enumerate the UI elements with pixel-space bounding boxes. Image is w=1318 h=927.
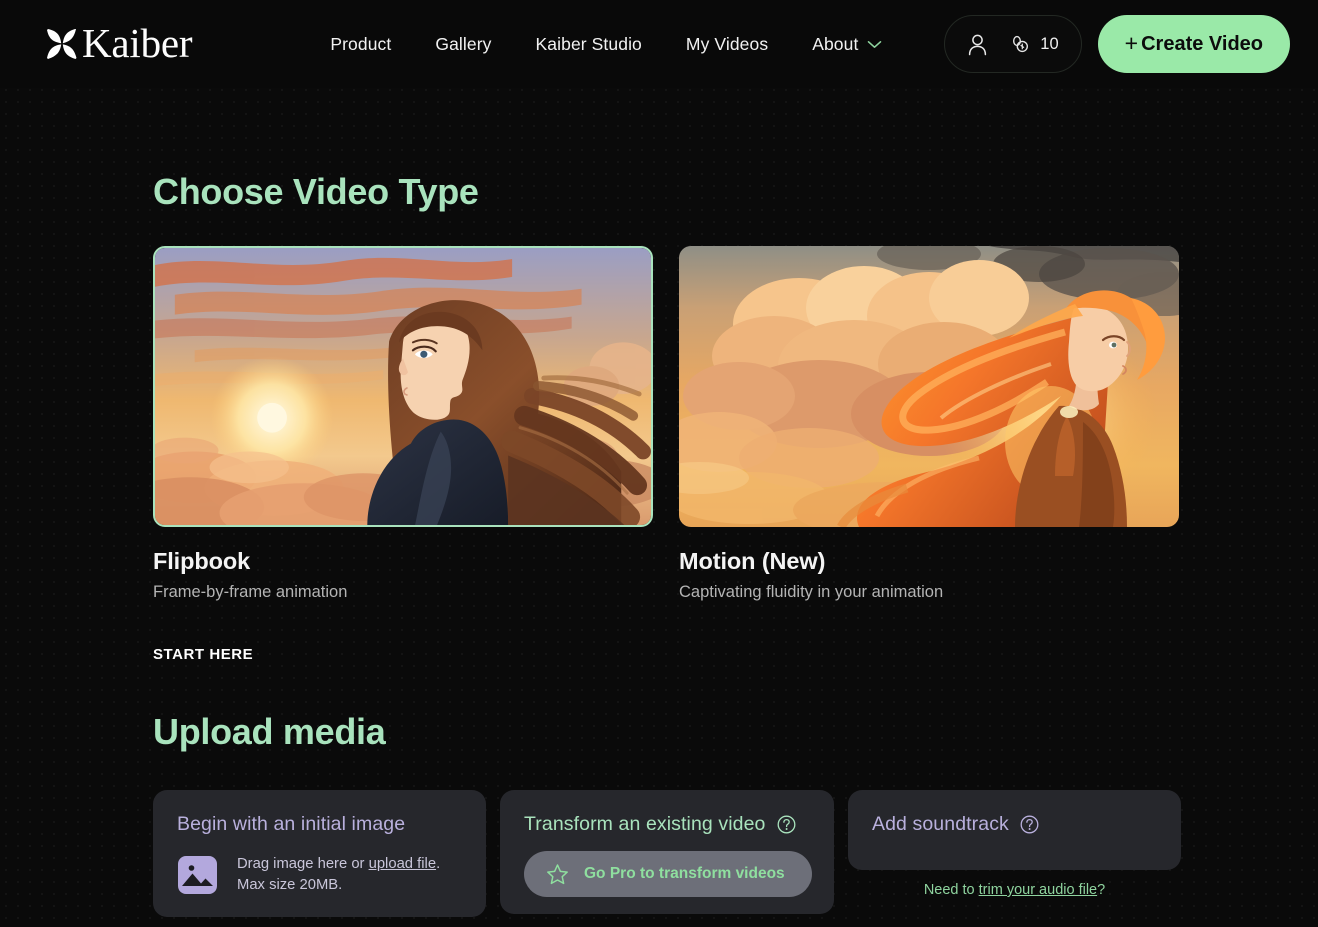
motion-thumbnail-art bbox=[679, 246, 1179, 527]
create-video-button[interactable]: + Create Video bbox=[1097, 15, 1290, 73]
max-size-text: Max size 20MB. bbox=[237, 877, 343, 893]
video-type-cards: Flipbook Frame-by-frame animation Motion… bbox=[153, 246, 1318, 602]
video-type-card-motion[interactable]: Motion (New) Captivating fluidity in you… bbox=[679, 246, 1179, 602]
panel-initial-image-title: Begin with an initial image bbox=[177, 813, 406, 835]
image-dropzone[interactable]: Drag image here or upload file. Max size… bbox=[177, 854, 462, 896]
star-icon bbox=[547, 863, 568, 884]
flipbook-thumbnail-art bbox=[155, 248, 651, 525]
trim-audio-link[interactable]: trim your audio file bbox=[979, 882, 1097, 898]
person-icon bbox=[969, 34, 987, 55]
motion-thumbnail[interactable] bbox=[679, 246, 1179, 527]
logo-wordmark: Kaiber bbox=[82, 19, 193, 66]
account-credits-pill[interactable]: 10 bbox=[944, 15, 1082, 73]
nav-item-kaiber-studio[interactable]: Kaiber Studio bbox=[514, 26, 664, 63]
panel-transform-video-title: Transform an existing video bbox=[524, 813, 766, 835]
video-type-card-flipbook[interactable]: Flipbook Frame-by-frame animation bbox=[153, 246, 653, 602]
image-placeholder-icon bbox=[178, 856, 217, 894]
panel-add-soundtrack[interactable]: Add soundtrack bbox=[848, 790, 1181, 870]
main-content: Choose Video Type Flipbook Frame-by-fram… bbox=[0, 171, 1318, 917]
site-header: Kaiber Product Gallery Kaiber Studio My … bbox=[0, 0, 1318, 88]
video-type-desc-motion: Captivating fluidity in your animation bbox=[679, 583, 944, 601]
coins-icon bbox=[1013, 35, 1029, 52]
image-dropzone-text: Drag image here or upload file. Max size… bbox=[237, 854, 440, 896]
go-pro-label: Go Pro to transform videos bbox=[584, 865, 785, 882]
panel-add-soundtrack-title: Add soundtrack bbox=[872, 813, 1009, 835]
help-circle-icon[interactable] bbox=[777, 815, 796, 834]
nav-item-gallery[interactable]: Gallery bbox=[413, 26, 513, 63]
nav-item-my-videos[interactable]: My Videos bbox=[664, 26, 790, 63]
video-type-name-motion: Motion (New) bbox=[679, 548, 826, 574]
choose-video-type-title: Choose Video Type bbox=[153, 171, 479, 212]
go-pro-button[interactable]: Go Pro to transform videos bbox=[524, 851, 812, 897]
video-type-name-flipbook: Flipbook bbox=[153, 548, 251, 574]
trim-prefix: Need to bbox=[923, 882, 979, 898]
credits-count: 10 bbox=[1040, 34, 1059, 53]
trim-audio-note: Need to trim your audio file? bbox=[924, 882, 1105, 898]
kaiber-logo[interactable]: Kaiber bbox=[44, 19, 193, 66]
nav-item-about-label: About bbox=[812, 33, 859, 54]
header-actions: 10 + Create Video bbox=[944, 15, 1290, 73]
soundtrack-column: Add soundtrack Need to trim your audio f… bbox=[848, 790, 1181, 898]
drop-suffix: . bbox=[436, 856, 441, 872]
create-video-label: Create Video bbox=[1141, 32, 1263, 55]
upload-panels: Begin with an initial image Drag image h… bbox=[153, 790, 1318, 917]
panel-transform-video-title-row: Transform an existing video bbox=[524, 813, 810, 836]
help-circle-icon[interactable] bbox=[1020, 815, 1039, 834]
main-navigation: Product Gallery Kaiber Studio My Videos … bbox=[308, 26, 904, 63]
panel-transform-video[interactable]: Transform an existing video Go Pro to tr… bbox=[500, 790, 834, 914]
chevron-down-icon bbox=[868, 40, 882, 48]
panel-initial-image[interactable]: Begin with an initial image Drag image h… bbox=[153, 790, 486, 917]
flipbook-thumbnail[interactable] bbox=[153, 246, 653, 527]
trim-suffix: ? bbox=[1097, 882, 1106, 898]
panel-add-soundtrack-title-row: Add soundtrack bbox=[872, 813, 1157, 836]
start-here-label: START HERE bbox=[153, 646, 254, 663]
nav-item-about[interactable]: About bbox=[790, 26, 904, 63]
nav-item-product[interactable]: Product bbox=[308, 26, 413, 63]
credits-display: 10 bbox=[1010, 34, 1059, 54]
video-type-desc-flipbook: Frame-by-frame animation bbox=[153, 583, 348, 601]
kaiber-pinwheel-logo-icon bbox=[47, 29, 77, 59]
upload-media-title: Upload media bbox=[153, 711, 386, 752]
drop-prefix: Drag image here or bbox=[237, 856, 369, 872]
upload-file-link[interactable]: upload file bbox=[369, 856, 436, 872]
plus-icon: + bbox=[1124, 29, 1139, 56]
